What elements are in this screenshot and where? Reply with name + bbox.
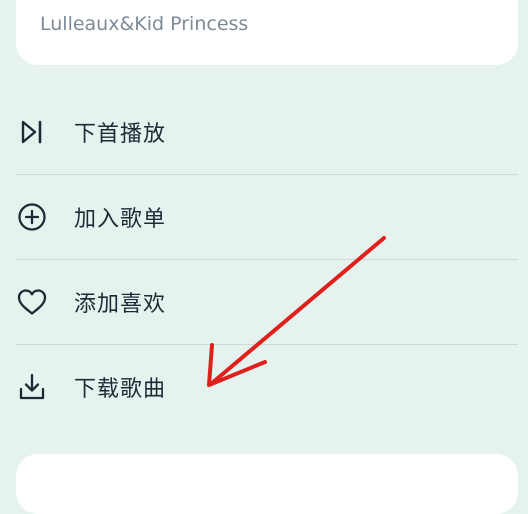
menu-item-play-next[interactable]: 下首播放	[16, 90, 518, 174]
skip-next-icon	[16, 116, 48, 148]
menu-item-download[interactable]: 下载歌曲	[16, 344, 518, 429]
next-card	[16, 454, 518, 514]
menu-item-label: 加入歌单	[74, 207, 167, 232]
menu-item-add-to-playlist[interactable]: 加入歌单	[16, 174, 518, 259]
menu-item-label: 下载歌曲	[74, 377, 167, 402]
song-action-menu: 下首播放 加入歌单 添加喜欢 下载歌曲	[16, 90, 518, 429]
download-icon	[16, 371, 48, 403]
menu-item-add-favorite[interactable]: 添加喜欢	[16, 259, 518, 344]
menu-item-label: 添加喜欢	[74, 292, 167, 317]
add-circle-icon	[16, 201, 48, 233]
heart-icon	[16, 286, 48, 318]
artist-name: Lulleaux&Kid Princess	[40, 13, 249, 35]
song-info-card: Lulleaux&Kid Princess	[16, 0, 518, 65]
menu-item-label: 下首播放	[74, 122, 167, 147]
